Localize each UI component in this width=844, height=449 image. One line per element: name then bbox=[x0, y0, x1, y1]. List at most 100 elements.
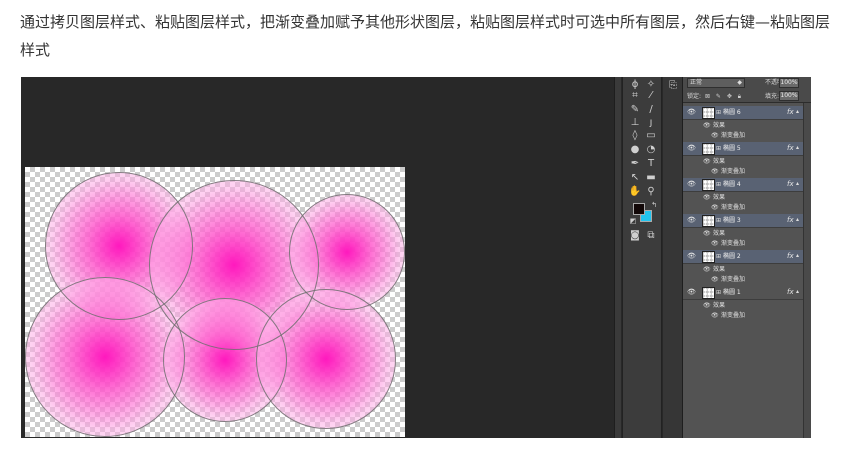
visibility-eye-icon[interactable]: 👁︎ bbox=[687, 180, 696, 189]
layer-group-6: 👁︎ ⊞ 椭圆 6 fx ▴ 👁︎ 效果 👁︎ 渐变叠加 bbox=[683, 106, 803, 142]
document-canvas[interactable] bbox=[25, 167, 405, 437]
fill-input[interactable]: 100% bbox=[779, 91, 799, 101]
expand-arrow-icon[interactable]: ▴ bbox=[796, 180, 799, 187]
history-brush-icon[interactable]: ȷ bbox=[644, 117, 658, 129]
panel-divider[interactable] bbox=[614, 77, 621, 438]
zoom-tool-icon[interactable]: ⚲ bbox=[644, 186, 658, 198]
instruction-text: 通过拷贝图层样式、粘贴图层样式，把渐变叠加赋予其他形状图层，粘贴图层样式时可选中… bbox=[20, 13, 831, 59]
layers-panel-options: 正常 ◆ 不透明度: 100% 锁定: ⊠ ✎ ✥ 🔒︎ 填充: 100% bbox=[683, 77, 811, 103]
lock-label: 锁定: bbox=[687, 93, 702, 100]
photoshop-window: ϕ ✧ ⌗ ⁄ ✎ / ⊥ ȷ ◊ ▭ ● ◔ ✒ T ↖ ▬ ✋ ⚲ ↰ ◩ … bbox=[21, 77, 811, 438]
brush-tool-icon[interactable]: / bbox=[644, 104, 658, 116]
layer-group-3: 👁︎ ⊞ 椭圆 3 fx ▴ 👁︎ 效果 👁︎ 渐变叠加 bbox=[683, 214, 803, 250]
blend-mode-value: 正常 bbox=[690, 79, 703, 86]
blend-mode-dropdown[interactable]: 正常 ◆ bbox=[687, 78, 745, 88]
tools-panel: ϕ ✧ ⌗ ⁄ ✎ / ⊥ ȷ ◊ ▭ ● ◔ ✒ T ↖ ▬ ✋ ⚲ ↰ ◩ … bbox=[622, 77, 662, 438]
fx-icon[interactable]: fx bbox=[787, 144, 794, 153]
hand-tool-icon[interactable]: ✋ bbox=[628, 186, 642, 198]
effects-eye-icon[interactable]: 👁︎ bbox=[703, 265, 711, 275]
effects-eye-icon[interactable]: 👁︎ bbox=[703, 193, 711, 203]
effect-gradient-overlay[interactable]: 渐变叠加 bbox=[721, 167, 745, 177]
opacity-input[interactable]: 100% bbox=[779, 78, 799, 88]
expand-arrow-icon[interactable]: ▴ bbox=[796, 108, 799, 115]
layer-thumbnail bbox=[702, 251, 715, 263]
visibility-eye-icon[interactable]: 👁︎ bbox=[687, 144, 696, 153]
visibility-eye-icon[interactable]: 👁︎ bbox=[687, 108, 696, 117]
pen-tool-icon[interactable]: ✒ bbox=[628, 158, 642, 170]
path-selection-icon[interactable]: ↖ bbox=[628, 172, 642, 184]
layer-name: 椭圆 6 bbox=[723, 109, 741, 116]
layer-row[interactable]: 👁︎ ⊞ 椭圆 2 fx ▴ bbox=[683, 250, 803, 264]
collapsed-panels-column: ⎘ bbox=[663, 77, 683, 438]
default-colors-icon[interactable]: ◩ bbox=[626, 215, 640, 227]
effect-eye-icon[interactable]: 👁︎ bbox=[711, 275, 719, 285]
foreground-color-swatch[interactable] bbox=[633, 203, 645, 215]
fx-icon[interactable]: fx bbox=[787, 180, 794, 189]
link-icon: ⊞ bbox=[716, 253, 722, 260]
eraser-icon[interactable]: ◊ bbox=[628, 130, 642, 142]
expand-arrow-icon[interactable]: ▴ bbox=[796, 288, 799, 295]
layers-scrollbar[interactable] bbox=[803, 103, 811, 438]
ellipse-1-outline bbox=[256, 289, 396, 429]
expand-arrow-icon[interactable]: ▴ bbox=[796, 252, 799, 259]
effect-gradient-overlay[interactable]: 渐变叠加 bbox=[721, 203, 745, 213]
layer-row[interactable]: 👁︎ ⊞ 椭圆 4 fx ▴ bbox=[683, 178, 803, 192]
layers-panel: 正常 ◆ 不透明度: 100% 锁定: ⊠ ✎ ✥ 🔒︎ 填充: 100% 👁︎… bbox=[683, 77, 811, 438]
fx-icon[interactable]: fx bbox=[787, 252, 794, 261]
lock-icons[interactable]: ⊠ ✎ ✥ 🔒︎ bbox=[705, 92, 743, 101]
screen-mode-icon[interactable]: ⧉ bbox=[644, 230, 658, 242]
visibility-eye-icon[interactable]: 👁︎ bbox=[687, 288, 696, 297]
layer-row[interactable]: 👁︎ ⊞ 椭圆 6 fx ▴ bbox=[683, 106, 803, 120]
fx-icon[interactable]: fx bbox=[787, 216, 794, 225]
layer-row[interactable]: 👁︎ ⊞ 椭圆 1 fx ▴ bbox=[683, 286, 803, 300]
layer-name: 椭圆 3 bbox=[723, 217, 741, 224]
effect-eye-icon[interactable]: 👁︎ bbox=[711, 131, 719, 141]
effects-eye-icon[interactable]: 👁︎ bbox=[703, 229, 711, 239]
effects-eye-icon[interactable]: 👁︎ bbox=[703, 301, 711, 311]
effect-eye-icon[interactable]: 👁︎ bbox=[711, 203, 719, 213]
layer-group-4: 👁︎ ⊞ 椭圆 4 fx ▴ 👁︎ 效果 👁︎ 渐变叠加 bbox=[683, 178, 803, 214]
effect-eye-icon[interactable]: 👁︎ bbox=[711, 311, 719, 321]
effect-gradient-overlay[interactable]: 渐变叠加 bbox=[721, 131, 745, 141]
chevron-down-icon: ◆ bbox=[737, 79, 742, 86]
effects-eye-icon[interactable]: 👁︎ bbox=[703, 121, 711, 131]
quick-mask-icon[interactable]: ◙ bbox=[628, 230, 642, 242]
visibility-eye-icon[interactable]: 👁︎ bbox=[687, 216, 696, 225]
swap-colors-icon[interactable]: ↰ bbox=[647, 199, 661, 211]
expand-arrow-icon[interactable]: ▴ bbox=[796, 144, 799, 151]
shape-tool-icon[interactable]: ▬ bbox=[644, 172, 658, 184]
link-icon: ⊞ bbox=[716, 181, 722, 188]
layer-row[interactable]: 👁︎ ⊞ 椭圆 3 fx ▴ bbox=[683, 214, 803, 228]
layer-thumbnail bbox=[702, 215, 715, 227]
effects-eye-icon[interactable]: 👁︎ bbox=[703, 157, 711, 167]
link-icon: ⊞ bbox=[716, 109, 722, 116]
healing-brush-icon[interactable]: ✎ bbox=[628, 104, 642, 116]
layer-name: 椭圆 5 bbox=[723, 145, 741, 152]
layer-thumbnail bbox=[702, 287, 715, 299]
layer-row[interactable]: 👁︎ ⊞ 椭圆 5 fx ▴ bbox=[683, 142, 803, 156]
effects-label: 效果 bbox=[713, 266, 726, 273]
effect-eye-icon[interactable]: 👁︎ bbox=[711, 167, 719, 177]
link-icon: ⊞ bbox=[716, 217, 722, 224]
visibility-eye-icon[interactable]: 👁︎ bbox=[687, 252, 696, 261]
type-tool-icon[interactable]: T bbox=[644, 158, 658, 170]
clone-stamp-icon[interactable]: ⊥ bbox=[628, 117, 642, 129]
blur-tool-icon[interactable]: ● bbox=[628, 144, 642, 156]
crop-tool-icon[interactable]: ⌗ bbox=[628, 90, 642, 102]
layer-thumbnail bbox=[702, 179, 715, 191]
effects-label: 效果 bbox=[713, 230, 726, 237]
effect-gradient-overlay[interactable]: 渐变叠加 bbox=[721, 311, 745, 321]
layer-name: 椭圆 1 bbox=[723, 289, 741, 296]
ellipse-3-outline bbox=[25, 277, 185, 437]
effect-eye-icon[interactable]: 👁︎ bbox=[711, 239, 719, 249]
fx-icon[interactable]: fx bbox=[787, 288, 794, 297]
expand-arrow-icon[interactable]: ▴ bbox=[796, 216, 799, 223]
eyedropper-icon[interactable]: ⁄ bbox=[644, 90, 658, 102]
dodge-tool-icon[interactable]: ◔ bbox=[644, 144, 658, 156]
history-panel-icon[interactable]: ⎘ bbox=[666, 80, 680, 92]
fx-icon[interactable]: fx bbox=[787, 108, 794, 117]
effect-gradient-overlay[interactable]: 渐变叠加 bbox=[721, 239, 745, 249]
gradient-tool-icon[interactable]: ▭ bbox=[644, 130, 658, 142]
effects-label: 效果 bbox=[713, 302, 726, 309]
effect-gradient-overlay[interactable]: 渐变叠加 bbox=[721, 275, 745, 285]
